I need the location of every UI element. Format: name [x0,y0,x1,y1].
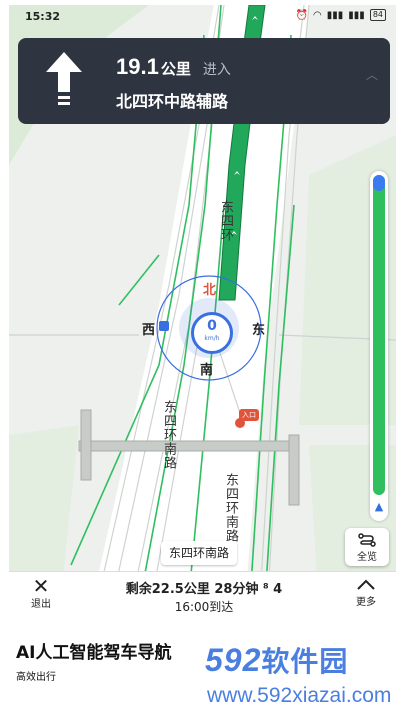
compass-south: 南 [200,363,214,378]
wifi-icon: ◠ [313,9,322,21]
overview-button[interactable]: 全览 [345,528,389,566]
distance-value: 19.1 [116,54,159,79]
exit-button[interactable]: ✕ 退出 [23,574,59,610]
remaining-info: 剩余22.5公里 28分钟 ⁸ 4 [125,582,283,597]
alarm-icon: ⏰ [295,9,309,21]
compass-west: 西 [142,323,156,338]
watermark-logo-number: 592 [205,642,262,678]
promo-subtitle: 高效出行 [16,672,56,683]
progress-remaining [373,175,385,191]
exit-label: 退出 [31,599,51,610]
navigation-screen: 15:32 ⏰ ◠ ▮▮▮ ▮▮▮ 84 19.1 公里 进入 北四环中路辅路 … [9,5,396,616]
watermark-url: www.592xiazai.com [207,684,392,707]
distance-row: 19.1 公里 进入 [116,54,231,80]
status-bar: 15:32 ⏰ ◠ ▮▮▮ ▮▮▮ 84 [9,5,396,27]
speed-indicator: 0 km/h [191,312,233,354]
speed-value: 0 [207,318,217,334]
overview-label: 全览 [357,552,377,563]
straight-arrow-icon [46,52,82,105]
status-time: 15:32 [25,10,61,23]
entrance-marker: 入口 [239,409,259,421]
current-road-label: 东四环南路 [161,541,238,565]
compass-east: 东 [252,323,266,338]
promo-title: AI人工智能驾车导航 [16,643,172,663]
watermark-logo-text: 软件园 [261,645,349,678]
chevron-up-icon [357,579,375,590]
compass-north: 北 [203,283,217,298]
action-text: 进入 [202,62,231,78]
close-icon: ✕ [32,574,50,598]
status-icons: ⏰ ◠ ▮▮▮ ▮▮▮ 84 [296,9,386,21]
arrival-time: 16:00到达 [174,600,234,614]
distance-unit: 公里 [160,60,191,78]
signal-icon-2: ▮▮▮ [348,9,365,21]
next-road-name: 北四环中路辅路 [116,92,229,111]
route-overview-icon [358,533,376,547]
route-progress-bar: ▲ [370,171,388,521]
watermark-logo: 592软件园 [205,640,348,680]
guidance-card[interactable]: 19.1 公里 进入 北四环中路辅路 ︿ [18,38,390,124]
battery-icon: 84 [369,9,386,21]
current-position-icon: ▲ [374,500,384,513]
progress-track [373,175,385,495]
more-label: 更多 [356,597,376,608]
bottom-bar: ✕ 退出 剩余22.5公里 28分钟 ⁸ 4 16:00到达 更多 [9,571,396,616]
more-button[interactable]: 更多 [348,577,384,608]
map-label-east-ring-south-b: 东四环南路 [223,473,238,543]
chevron-up-icon[interactable]: ︿ [366,66,378,83]
speed-unit: km/h [204,335,220,342]
map-label-east-ring: 东四环 [218,200,233,242]
map-label-east-ring-south-a: 东四环南路 [161,400,176,470]
signal-icon: ▮▮▮ [326,9,344,21]
